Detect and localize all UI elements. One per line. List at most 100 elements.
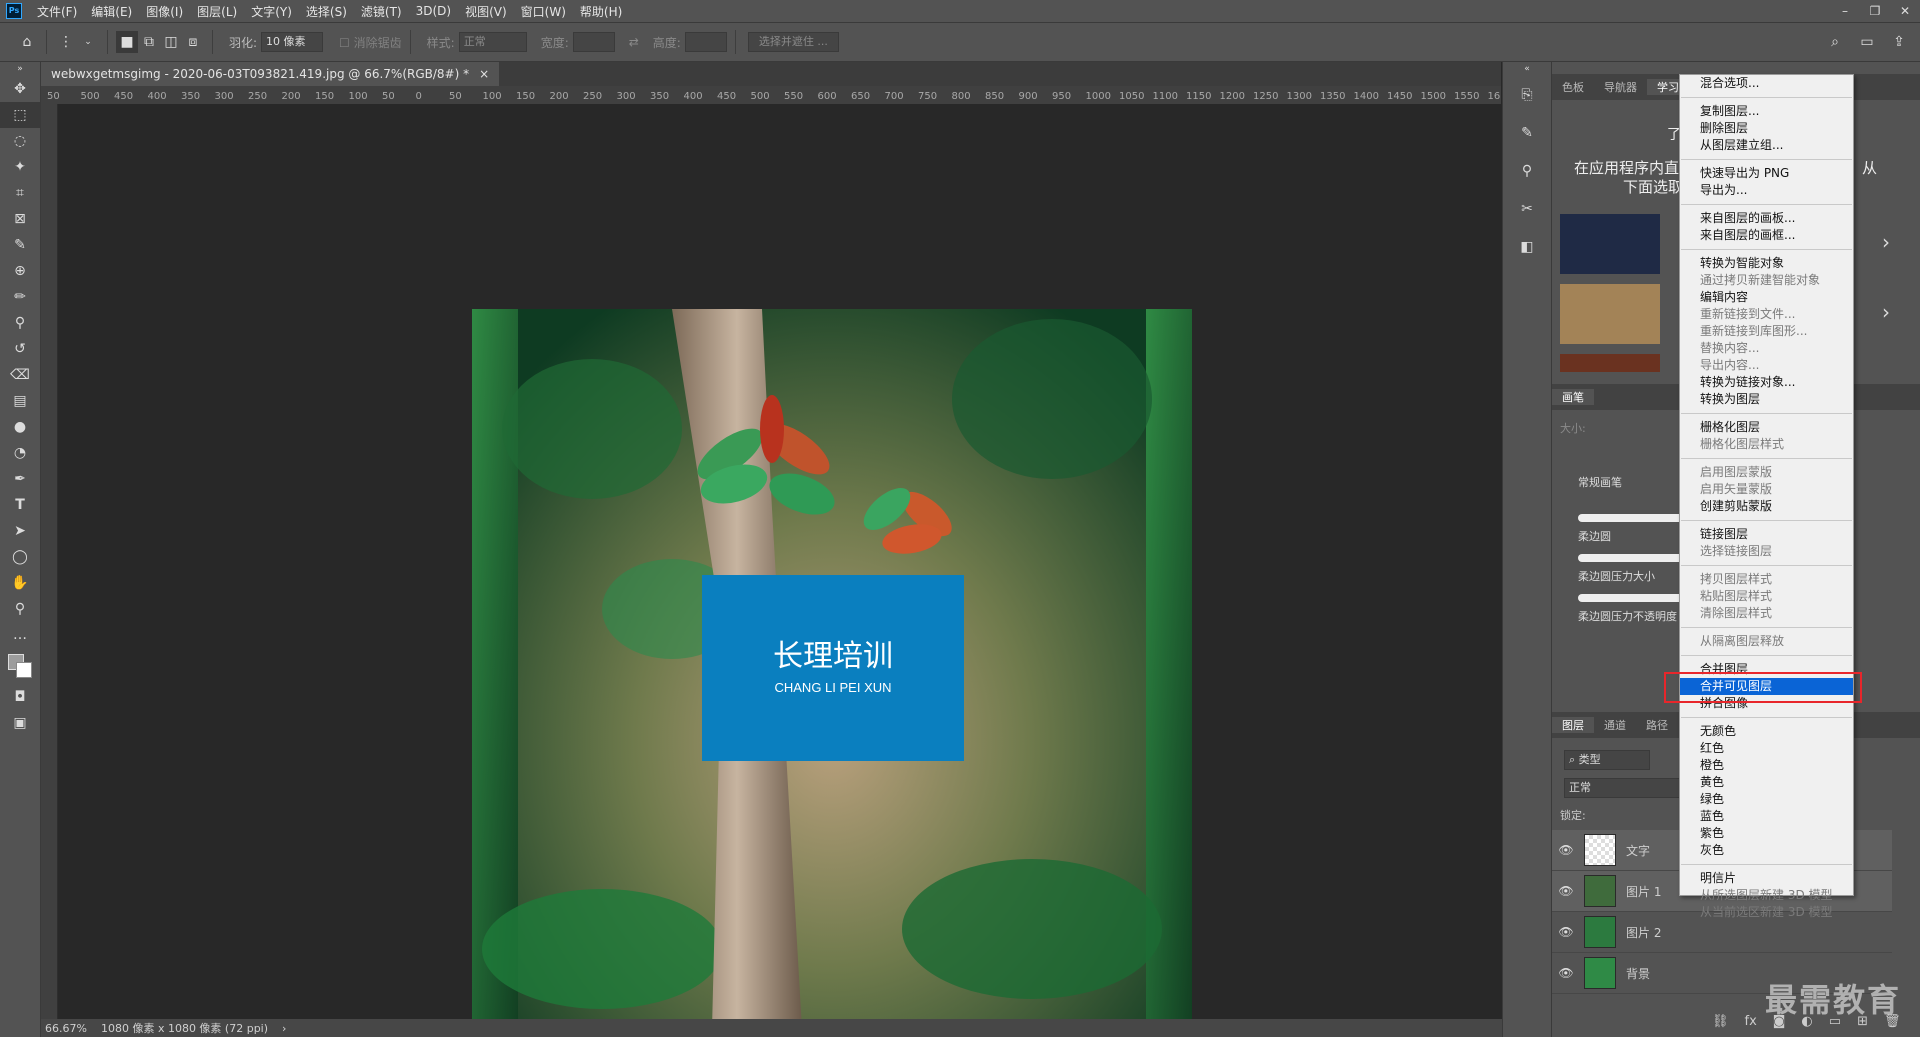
more-tools-icon[interactable]: …	[0, 622, 40, 648]
ellipse-tool-icon[interactable]: ◯	[0, 544, 40, 570]
context-menu-item[interactable]: 编辑内容	[1680, 289, 1853, 306]
context-menu-item[interactable]: 混合选项...	[1680, 75, 1853, 92]
canvas-area[interactable]: 长理培训 CHANG LI PEI XUN	[58, 104, 1501, 1029]
tab-layers[interactable]: 图层	[1552, 717, 1594, 733]
context-menu-item[interactable]: 删除图层	[1680, 120, 1853, 137]
subtract-selection-icon[interactable]: ◫	[160, 31, 182, 53]
eye-icon[interactable]: 👁	[1552, 966, 1580, 980]
menu-select[interactable]: 选择(S)	[299, 3, 354, 20]
type-tool-icon[interactable]: T	[0, 492, 40, 518]
context-menu-item[interactable]: 转换为链接对象...	[1680, 374, 1853, 391]
gradient-tool-icon[interactable]: ▤	[0, 388, 40, 414]
antialias-checkbox[interactable]: ☐ 消除锯齿	[339, 34, 402, 51]
tool-presets-icon[interactable]: ✂	[1503, 190, 1551, 228]
tab-swatches[interactable]: 色板	[1552, 79, 1594, 95]
menu-help[interactable]: 帮助(H)	[573, 3, 629, 20]
eye-icon[interactable]: 👁	[1552, 884, 1580, 898]
crop-tool-icon[interactable]: ⌗	[0, 180, 40, 206]
width-input[interactable]	[572, 32, 615, 52]
intersect-selection-icon[interactable]: ⧈	[182, 31, 204, 53]
layer-name[interactable]: 文字	[1626, 842, 1650, 859]
context-menu-item[interactable]: 转换为图层	[1680, 391, 1853, 408]
brush-item[interactable]: 柔边圆	[1578, 528, 1611, 544]
context-menu-item[interactable]: 灰色	[1680, 842, 1853, 859]
brush-settings-icon[interactable]: ✎	[1503, 114, 1551, 152]
path-selection-icon[interactable]: ➤	[0, 518, 40, 544]
collapse-icon[interactable]: »	[0, 62, 40, 76]
context-menu-item[interactable]: 红色	[1680, 740, 1853, 757]
brush-tool-icon[interactable]: ✏	[0, 284, 40, 310]
learn-thumbnail[interactable]	[1560, 354, 1660, 372]
collapse-icon[interactable]: «	[1503, 62, 1551, 76]
close-icon[interactable]: ✕	[1890, 4, 1920, 18]
style-select[interactable]: 正常	[458, 32, 527, 52]
chevron-down-icon[interactable]: ⌄	[77, 31, 99, 53]
context-menu-item[interactable]: 从图层建立组...	[1680, 137, 1853, 154]
context-menu-item[interactable]: 蓝色	[1680, 808, 1853, 825]
zoom-level[interactable]: 66.67%	[45, 1022, 87, 1035]
menu-layer[interactable]: 图层(L)	[190, 3, 244, 20]
blur-tool-icon[interactable]: ●	[0, 414, 40, 440]
context-menu-item[interactable]: 明信片	[1680, 870, 1853, 887]
eye-icon[interactable]: 👁	[1552, 925, 1580, 939]
menu-window[interactable]: 窗口(W)	[514, 3, 573, 20]
document-tab[interactable]: webwxgetmsgimg - 2020-06-03T093821.419.j…	[41, 62, 500, 86]
home-icon[interactable]: ⌂	[16, 31, 38, 53]
menu-filter[interactable]: 滤镜(T)	[354, 3, 409, 20]
link-icon[interactable]: ⛓	[1712, 1014, 1729, 1029]
context-menu-item[interactable]: 栅格化图层	[1680, 419, 1853, 436]
height-input[interactable]	[684, 32, 727, 52]
menu-file[interactable]: 文件(F)	[30, 3, 84, 20]
healing-brush-icon[interactable]: ⊕	[0, 258, 40, 284]
menu-edit[interactable]: 编辑(E)	[84, 3, 139, 20]
menu-view[interactable]: 视图(V)	[458, 3, 514, 20]
layer-kind-filter[interactable]: ⌕ 类型	[1564, 750, 1650, 770]
brush-group-name[interactable]: 常规画笔	[1578, 474, 1622, 490]
properties-icon[interactable]: ◧	[1503, 228, 1551, 266]
eyedropper-icon[interactable]: ✎	[0, 232, 40, 258]
eraser-icon[interactable]: ⌫	[0, 362, 40, 388]
context-menu-item[interactable]: 来自图层的画板...	[1680, 210, 1853, 227]
context-menu-item[interactable]: 绿色	[1680, 791, 1853, 808]
swap-icon[interactable]: ⇄	[629, 35, 639, 49]
clone-source-icon[interactable]: ⚲	[1503, 152, 1551, 190]
workspace-icon[interactable]: ▭	[1856, 31, 1878, 53]
menu-type[interactable]: 文字(Y)	[244, 3, 299, 20]
status-menu-arrow[interactable]: ›	[282, 1022, 286, 1035]
chevron-right-icon[interactable]: ›	[1882, 230, 1890, 254]
brush-item[interactable]: 柔边圆压力大小	[1578, 568, 1655, 584]
fx-icon[interactable]: fx	[1745, 1014, 1757, 1029]
history-panel-icon[interactable]: ⎘	[1503, 76, 1551, 114]
marquee-preset-icon[interactable]: ⋮	[55, 31, 77, 53]
context-menu-item[interactable]: 链接图层	[1680, 526, 1853, 543]
tab-paths[interactable]: 路径	[1636, 717, 1678, 733]
context-menu-item[interactable]: 导出为...	[1680, 182, 1853, 199]
feather-input[interactable]: 10 像素	[261, 32, 324, 52]
context-menu-item[interactable]: 快速导出为 PNG	[1680, 165, 1853, 182]
context-menu-item[interactable]: 紫色	[1680, 825, 1853, 842]
share-icon[interactable]: ⇪	[1888, 31, 1910, 53]
learn-thumbnail[interactable]	[1560, 214, 1660, 274]
minimize-icon[interactable]: –	[1830, 4, 1860, 18]
context-menu-item[interactable]: 转换为智能对象	[1680, 255, 1853, 272]
magic-wand-icon[interactable]: ✦	[0, 154, 40, 180]
context-menu-item[interactable]: 黄色	[1680, 774, 1853, 791]
history-brush-icon[interactable]: ↺	[0, 336, 40, 362]
context-menu-item[interactable]: 来自图层的画框...	[1680, 227, 1853, 244]
pen-tool-icon[interactable]: ✒	[0, 466, 40, 492]
dodge-tool-icon[interactable]: ◔	[0, 440, 40, 466]
layer-name[interactable]: 图片 2	[1626, 924, 1661, 941]
close-tab-icon[interactable]: ×	[479, 62, 489, 86]
menu-3d[interactable]: 3D(D)	[409, 4, 458, 18]
hand-tool-icon[interactable]: ✋	[0, 570, 40, 596]
brush-item[interactable]: 柔边圆压力不透明度	[1578, 608, 1677, 624]
chevron-right-icon[interactable]: ›	[1882, 300, 1890, 324]
context-menu-item[interactable]: 复制图层...	[1680, 103, 1853, 120]
layer-name[interactable]: 图片 1	[1626, 883, 1661, 900]
add-selection-icon[interactable]: ⧉	[138, 31, 160, 53]
clone-stamp-icon[interactable]: ⚲	[0, 310, 40, 336]
color-swatches-icon[interactable]	[0, 648, 40, 684]
context-menu-item[interactable]: 创建剪贴蒙版	[1680, 498, 1853, 515]
blend-mode-select[interactable]: 正常	[1564, 778, 1682, 798]
search-icon[interactable]: ⌕	[1824, 31, 1846, 53]
